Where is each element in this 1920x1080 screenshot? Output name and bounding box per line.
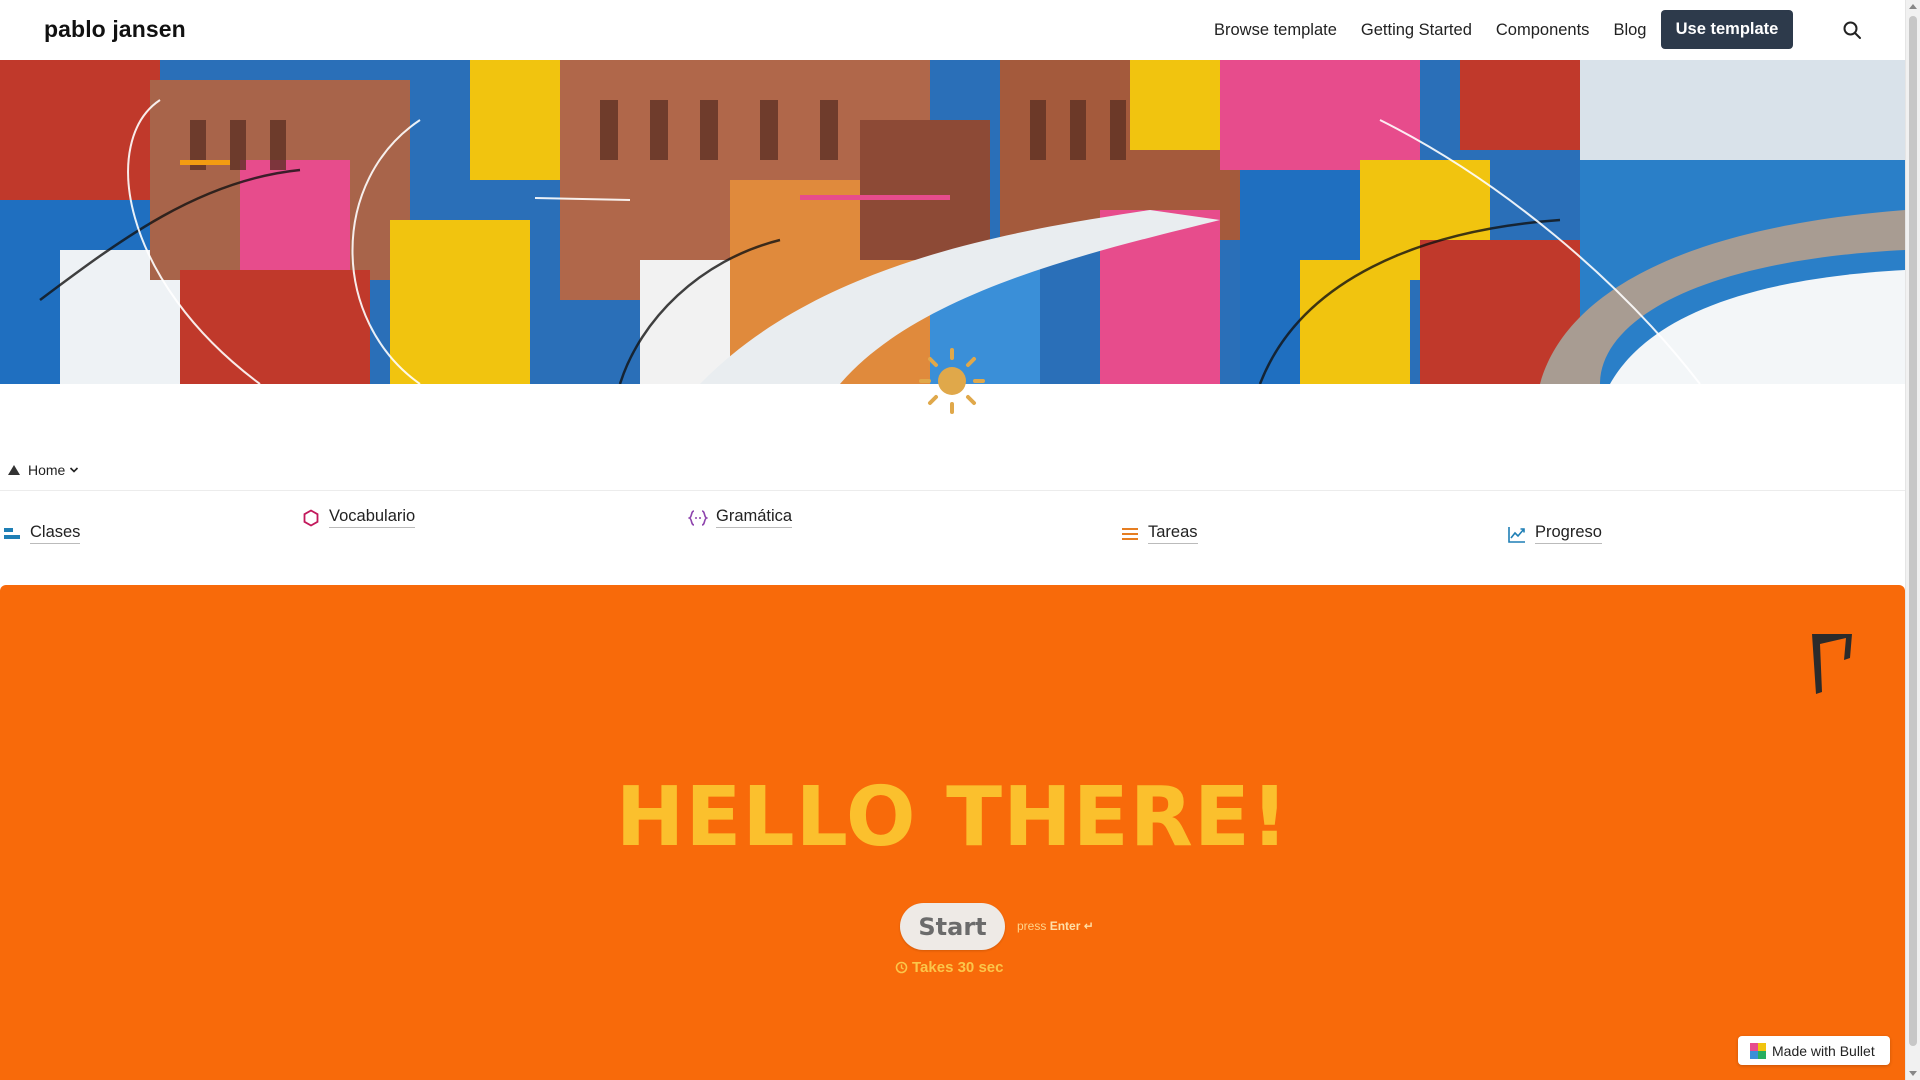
quick-link-label: Progreso bbox=[1535, 523, 1602, 544]
bullet-logo-icon bbox=[1750, 1042, 1766, 1059]
scroll-up-icon[interactable] bbox=[1909, 4, 1917, 9]
duration-text: Takes 30 sec bbox=[912, 959, 1004, 976]
breadcrumb-home[interactable]: Home bbox=[8, 460, 79, 480]
flag-logo-icon bbox=[1806, 630, 1856, 696]
hero-banner-image bbox=[0, 60, 1905, 384]
hexagon-icon bbox=[301, 508, 321, 528]
site-brand[interactable]: pablo jansen bbox=[44, 16, 186, 43]
quick-link-label: Vocabulario bbox=[329, 507, 416, 528]
quick-link-label: Clases bbox=[30, 523, 81, 544]
nav-link-browse-template[interactable]: Browse template bbox=[1214, 21, 1337, 40]
badge-label: Made with Bullet bbox=[1772, 1042, 1875, 1059]
page-scrollbar[interactable] bbox=[1905, 0, 1920, 1080]
nav-link-components[interactable]: Components bbox=[1496, 21, 1590, 40]
breadcrumb-label: Home bbox=[28, 462, 66, 478]
enter-key-label: Enter ↵ bbox=[1049, 919, 1094, 933]
quick-link-vocabulario[interactable]: Vocabulario bbox=[301, 507, 416, 528]
press-prefix: press bbox=[1017, 919, 1047, 933]
triangle-icon bbox=[8, 465, 20, 475]
trending-up-icon bbox=[1507, 524, 1527, 544]
quick-link-gramatica[interactable]: Gramática bbox=[688, 507, 793, 528]
start-button[interactable]: Start bbox=[900, 903, 1005, 950]
sun-icon bbox=[917, 346, 987, 416]
form-embed: HELLO THERE! Start press Enter ↵ Takes 3… bbox=[0, 585, 1905, 1080]
top-navbar: pablo jansen Browse template Getting Sta… bbox=[0, 0, 1905, 60]
use-template-button[interactable]: Use template bbox=[1661, 10, 1793, 49]
nav-links: Browse template Getting Started Componen… bbox=[1214, 0, 1670, 60]
braces-icon bbox=[688, 508, 708, 528]
made-with-bullet-badge[interactable]: Made with Bullet bbox=[1738, 1036, 1890, 1065]
quick-link-label: Tareas bbox=[1148, 523, 1198, 544]
scroll-down-icon[interactable] bbox=[1909, 1071, 1917, 1076]
duration-note: Takes 30 sec bbox=[895, 959, 1003, 976]
quick-link-tareas[interactable]: Tareas bbox=[1120, 523, 1198, 544]
section-divider bbox=[0, 490, 1905, 491]
chevron-down-icon bbox=[70, 467, 79, 473]
nav-link-getting-started[interactable]: Getting Started bbox=[1361, 21, 1472, 40]
clock-icon bbox=[895, 961, 908, 974]
quick-link-clases[interactable]: Clases bbox=[2, 523, 81, 544]
list-bars-icon bbox=[2, 524, 22, 544]
nav-link-blog[interactable]: Blog bbox=[1613, 21, 1646, 40]
press-enter-hint: press Enter ↵ bbox=[1017, 919, 1094, 933]
search-icon[interactable] bbox=[1840, 18, 1864, 42]
menu-lines-icon bbox=[1120, 524, 1140, 544]
scrollbar-thumb[interactable] bbox=[1909, 16, 1917, 1046]
quick-link-progreso[interactable]: Progreso bbox=[1507, 523, 1602, 544]
form-headline: HELLO THERE! bbox=[615, 770, 1290, 865]
quick-link-label: Gramática bbox=[716, 507, 793, 528]
